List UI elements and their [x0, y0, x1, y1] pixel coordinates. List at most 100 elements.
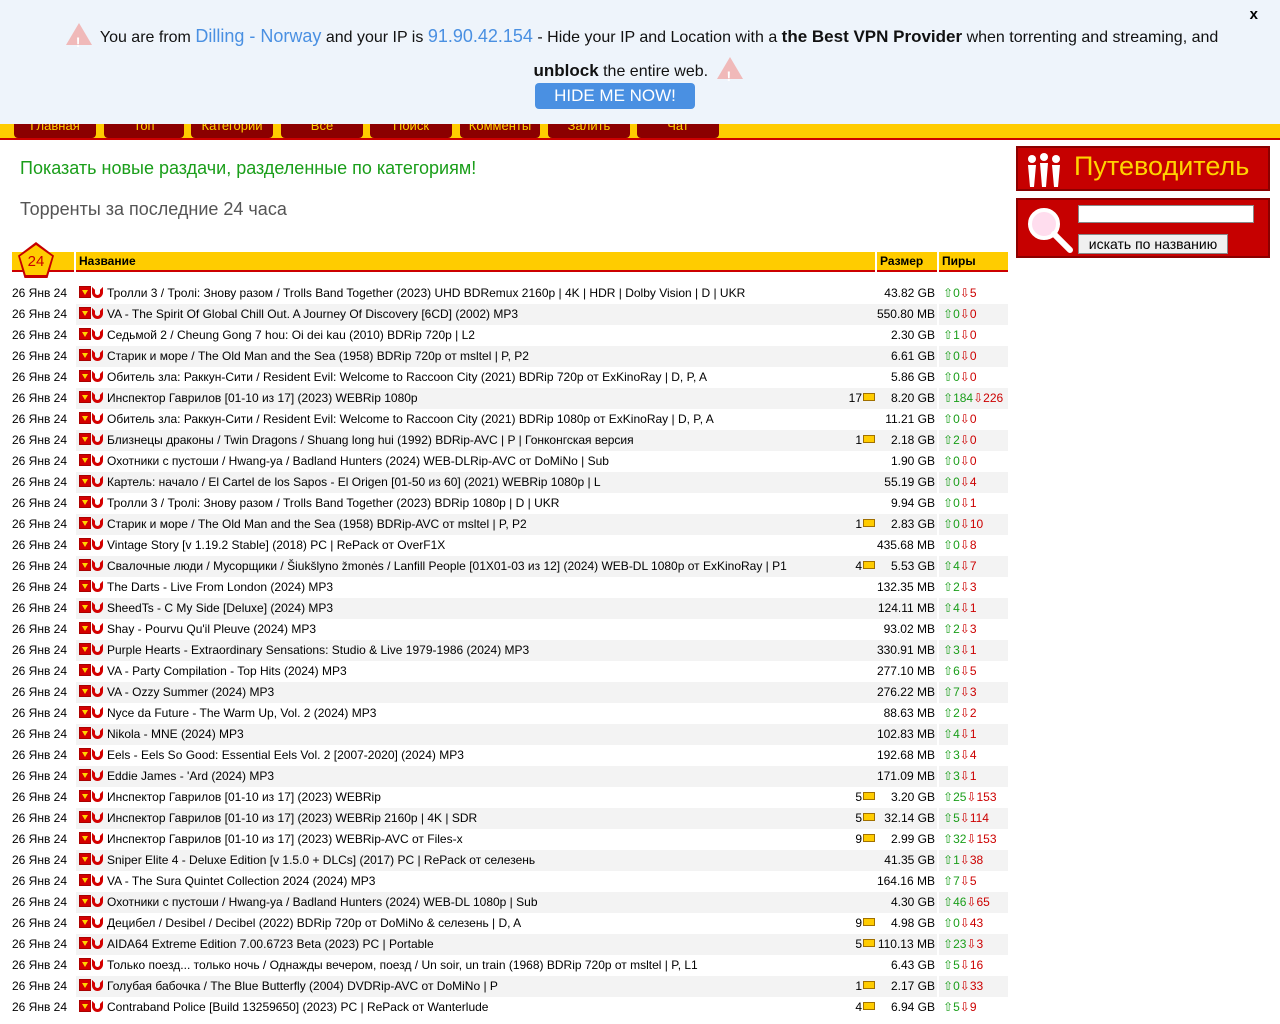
download-icon[interactable]	[79, 496, 91, 508]
nav-tab-chat[interactable]: Чат	[637, 124, 719, 138]
magnet-icon[interactable]	[92, 854, 103, 865]
torrent-title-link[interactable]: VA - Ozzy Summer (2024) MP3	[107, 685, 274, 699]
column-header-peers[interactable]: Пиры	[939, 252, 1008, 272]
comment-count[interactable]: 1	[855, 430, 876, 451]
nav-tab-all[interactable]: Все	[281, 124, 363, 138]
download-icon[interactable]	[79, 370, 91, 382]
torrent-title-link[interactable]: Охотники с пустоши / Hwang-ya / Badland …	[107, 895, 538, 909]
torrent-title-link[interactable]: Седьмой 2 / Cheung Gong 7 hou: Oi dei ka…	[107, 328, 475, 342]
comment-count[interactable]: 5	[855, 808, 876, 829]
download-icon[interactable]	[79, 601, 91, 613]
download-icon[interactable]	[79, 538, 91, 550]
nav-tab-comments[interactable]: Комменты	[460, 124, 540, 138]
torrent-title-link[interactable]: AIDA64 Extreme Edition 7.00.6723 Beta (2…	[107, 937, 434, 951]
magnet-icon[interactable]	[92, 518, 103, 529]
torrent-title-link[interactable]: Sniper Elite 4 - Deluxe Edition [v 1.5.0…	[107, 853, 535, 867]
nav-tab-top[interactable]: Топ	[104, 124, 184, 138]
magnet-icon[interactable]	[92, 308, 103, 319]
torrent-title-link[interactable]: Nyce da Future - The Warm Up, Vol. 2 (20…	[107, 706, 376, 720]
torrent-title-link[interactable]: Eddie James - 'Ard (2024) MP3	[107, 769, 274, 783]
torrent-title-link[interactable]: Тролли 3 / Тролі: Знову разом / Trolls B…	[107, 286, 745, 300]
torrent-title-link[interactable]: Shay - Pourvu Qu'il Pleuve (2024) MP3	[107, 622, 316, 636]
download-icon[interactable]	[79, 748, 91, 760]
magnet-icon[interactable]	[92, 896, 103, 907]
download-icon[interactable]	[79, 307, 91, 319]
torrent-title-link[interactable]: Тролли 3 / Тролі: Знову разом / Trolls B…	[107, 496, 559, 510]
magnet-icon[interactable]	[92, 623, 103, 634]
hide-me-now-button[interactable]: HIDE ME NOW!	[535, 83, 695, 109]
download-icon[interactable]	[79, 349, 91, 361]
download-icon[interactable]	[79, 790, 91, 802]
download-icon[interactable]	[79, 580, 91, 592]
comment-count[interactable]: 5	[855, 787, 876, 808]
torrent-title-link[interactable]: Инспектор Гаврилов [01-10 из 17] (2023) …	[107, 790, 381, 804]
magnet-icon[interactable]	[92, 875, 103, 886]
magnet-icon[interactable]	[92, 833, 103, 844]
magnet-icon[interactable]	[92, 644, 103, 655]
comment-count[interactable]: 4	[855, 997, 876, 1018]
search-by-title-button[interactable]: искать по названию	[1078, 234, 1228, 254]
torrent-title-link[interactable]: Свалочные люди / Мусорщики / Šiukšlyno ž…	[107, 559, 787, 573]
magnet-icon[interactable]	[92, 770, 103, 781]
download-icon[interactable]	[79, 979, 91, 991]
download-icon[interactable]	[79, 832, 91, 844]
torrent-title-link[interactable]: Contraband Police [Build 13259650] (2023…	[107, 1000, 488, 1014]
torrent-title-link[interactable]: Обитель зла: Раккун-Сити / Resident Evil…	[107, 370, 707, 384]
download-icon[interactable]	[79, 916, 91, 928]
nav-tab-search[interactable]: Поиск	[370, 124, 452, 138]
nav-tab-upload[interactable]: Залить	[548, 124, 630, 138]
torrent-title-link[interactable]: VA - Party Compilation - Top Hits (2024)…	[107, 664, 347, 678]
magnet-icon[interactable]	[92, 371, 103, 382]
column-header-size[interactable]: Размер	[877, 252, 937, 272]
download-icon[interactable]	[79, 433, 91, 445]
download-icon[interactable]	[79, 412, 91, 424]
torrent-title-link[interactable]: Инспектор Гаврилов [01-10 из 17] (2023) …	[107, 811, 477, 825]
download-icon[interactable]	[79, 559, 91, 571]
download-icon[interactable]	[79, 1000, 91, 1012]
comment-count[interactable]: 4	[855, 556, 876, 577]
torrent-title-link[interactable]: VA - The Sura Quintet Collection 2024 (2…	[107, 874, 375, 888]
download-icon[interactable]	[79, 391, 91, 403]
search-input[interactable]	[1078, 205, 1254, 223]
magnet-icon[interactable]	[92, 392, 103, 403]
torrent-title-link[interactable]: VA - The Spirit Of Global Chill Out. A J…	[107, 307, 518, 321]
comment-count[interactable]: 17	[849, 388, 876, 409]
magnet-icon[interactable]	[92, 602, 103, 613]
magnet-icon[interactable]	[92, 728, 103, 739]
download-icon[interactable]	[79, 769, 91, 781]
torrent-title-link[interactable]: SheedTs - C My Side [Deluxe] (2024) MP3	[107, 601, 333, 615]
magnet-icon[interactable]	[92, 329, 103, 340]
magnet-icon[interactable]	[92, 686, 103, 697]
comment-count[interactable]: 5	[855, 934, 876, 955]
download-icon[interactable]	[79, 643, 91, 655]
magnet-icon[interactable]	[92, 497, 103, 508]
magnet-icon[interactable]	[92, 476, 103, 487]
magnet-icon[interactable]	[92, 539, 103, 550]
torrent-title-link[interactable]: The Darts - Live From London (2024) MP3	[107, 580, 333, 594]
magnet-icon[interactable]	[92, 350, 103, 361]
download-icon[interactable]	[79, 895, 91, 907]
torrent-title-link[interactable]: Nikola - MNE (2024) MP3	[107, 727, 244, 741]
magnet-icon[interactable]	[92, 560, 103, 571]
magnet-icon[interactable]	[92, 707, 103, 718]
comment-count[interactable]: 9	[855, 829, 876, 850]
magnet-icon[interactable]	[92, 959, 103, 970]
torrent-title-link[interactable]: Только поезд... только ночь / Однажды ве…	[107, 958, 698, 972]
download-icon[interactable]	[79, 727, 91, 739]
torrent-title-link[interactable]: Старик и море / The Old Man and the Sea …	[107, 517, 527, 531]
column-header-name[interactable]: Название	[76, 252, 875, 272]
magnet-icon[interactable]	[92, 1001, 103, 1012]
torrent-title-link[interactable]: Картель: начало / El Cartel de los Sapos…	[107, 475, 601, 489]
download-icon[interactable]	[79, 664, 91, 676]
torrent-title-link[interactable]: Vintage Story [v 1.19.2 Stable] (2018) P…	[107, 538, 445, 552]
download-icon[interactable]	[79, 328, 91, 340]
nav-tab-home[interactable]: Главная	[14, 124, 96, 138]
torrent-title-link[interactable]: Обитель зла: Раккун-Сити / Resident Evil…	[107, 412, 714, 426]
magnet-icon[interactable]	[92, 791, 103, 802]
download-icon[interactable]	[79, 286, 91, 298]
guide-banner[interactable]: Путеводитель	[1016, 146, 1270, 191]
torrent-title-link[interactable]: Eels - Eels So Good: Essential Eels Vol.…	[107, 748, 464, 762]
torrent-title-link[interactable]: Purple Hearts - Extraordinary Sensations…	[107, 643, 529, 657]
magnet-icon[interactable]	[92, 749, 103, 760]
comment-count[interactable]: 9	[855, 913, 876, 934]
